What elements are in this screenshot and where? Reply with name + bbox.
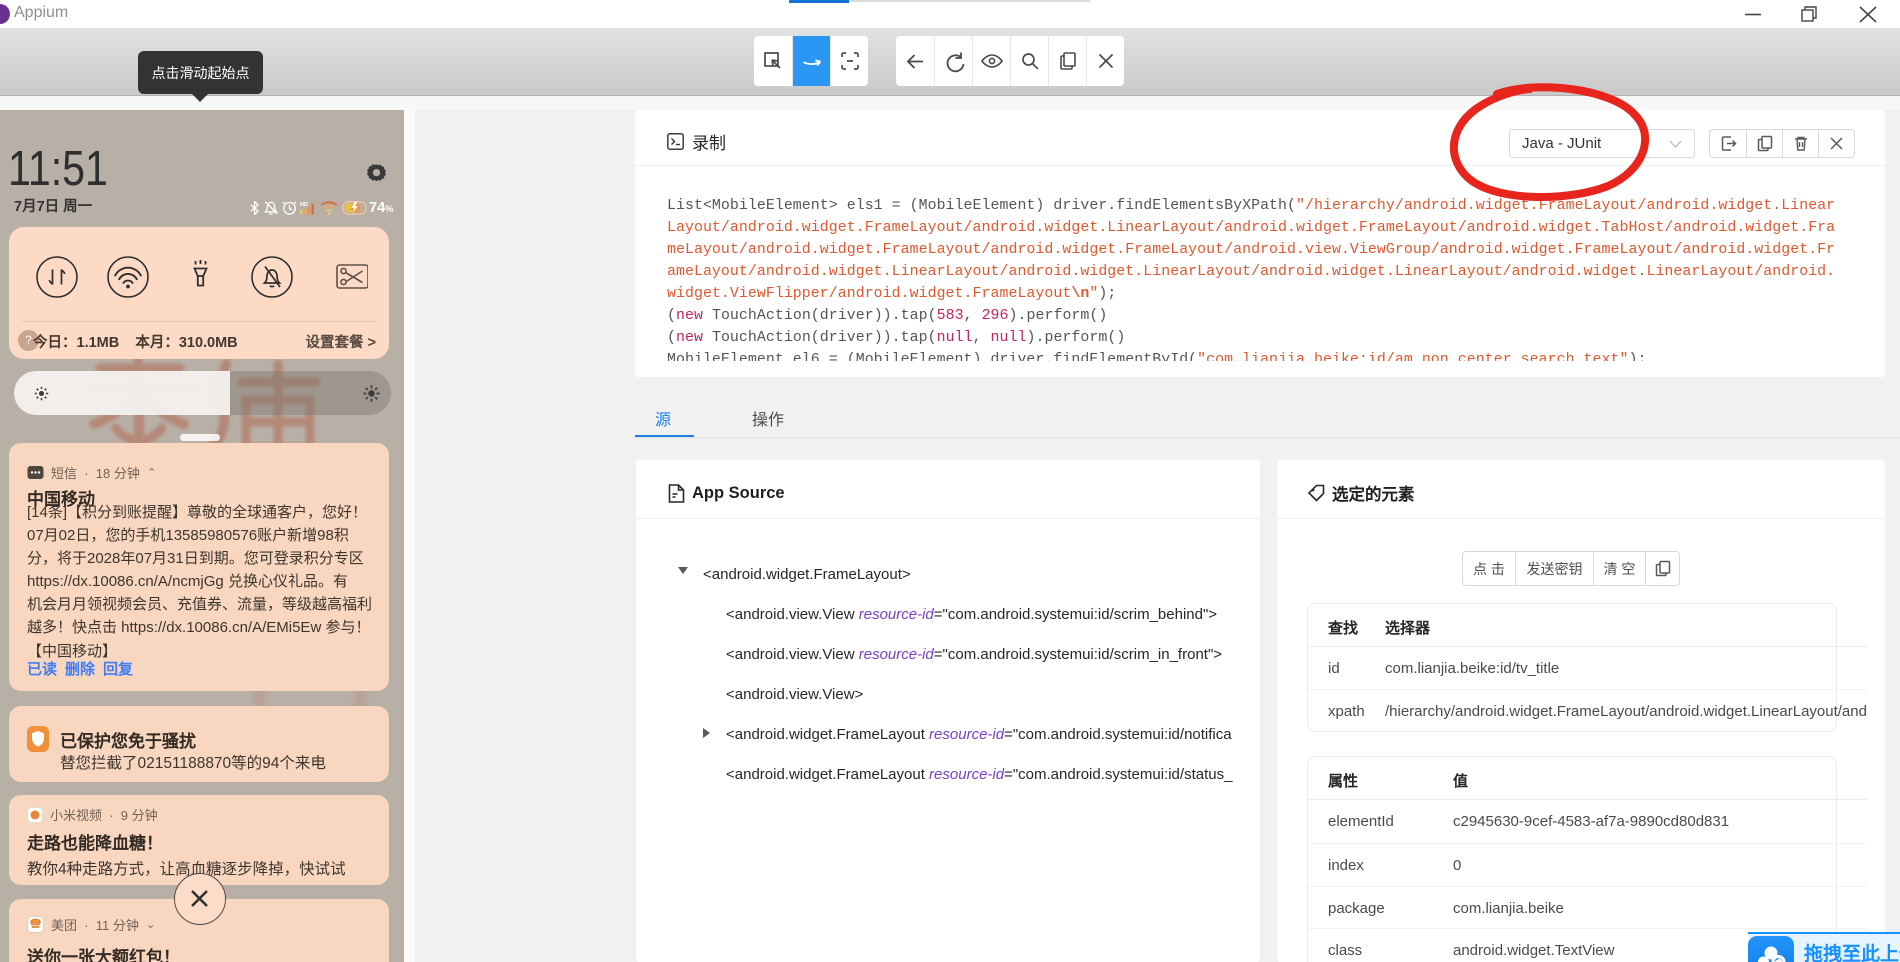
svg-text:HD: HD: [300, 202, 308, 208]
